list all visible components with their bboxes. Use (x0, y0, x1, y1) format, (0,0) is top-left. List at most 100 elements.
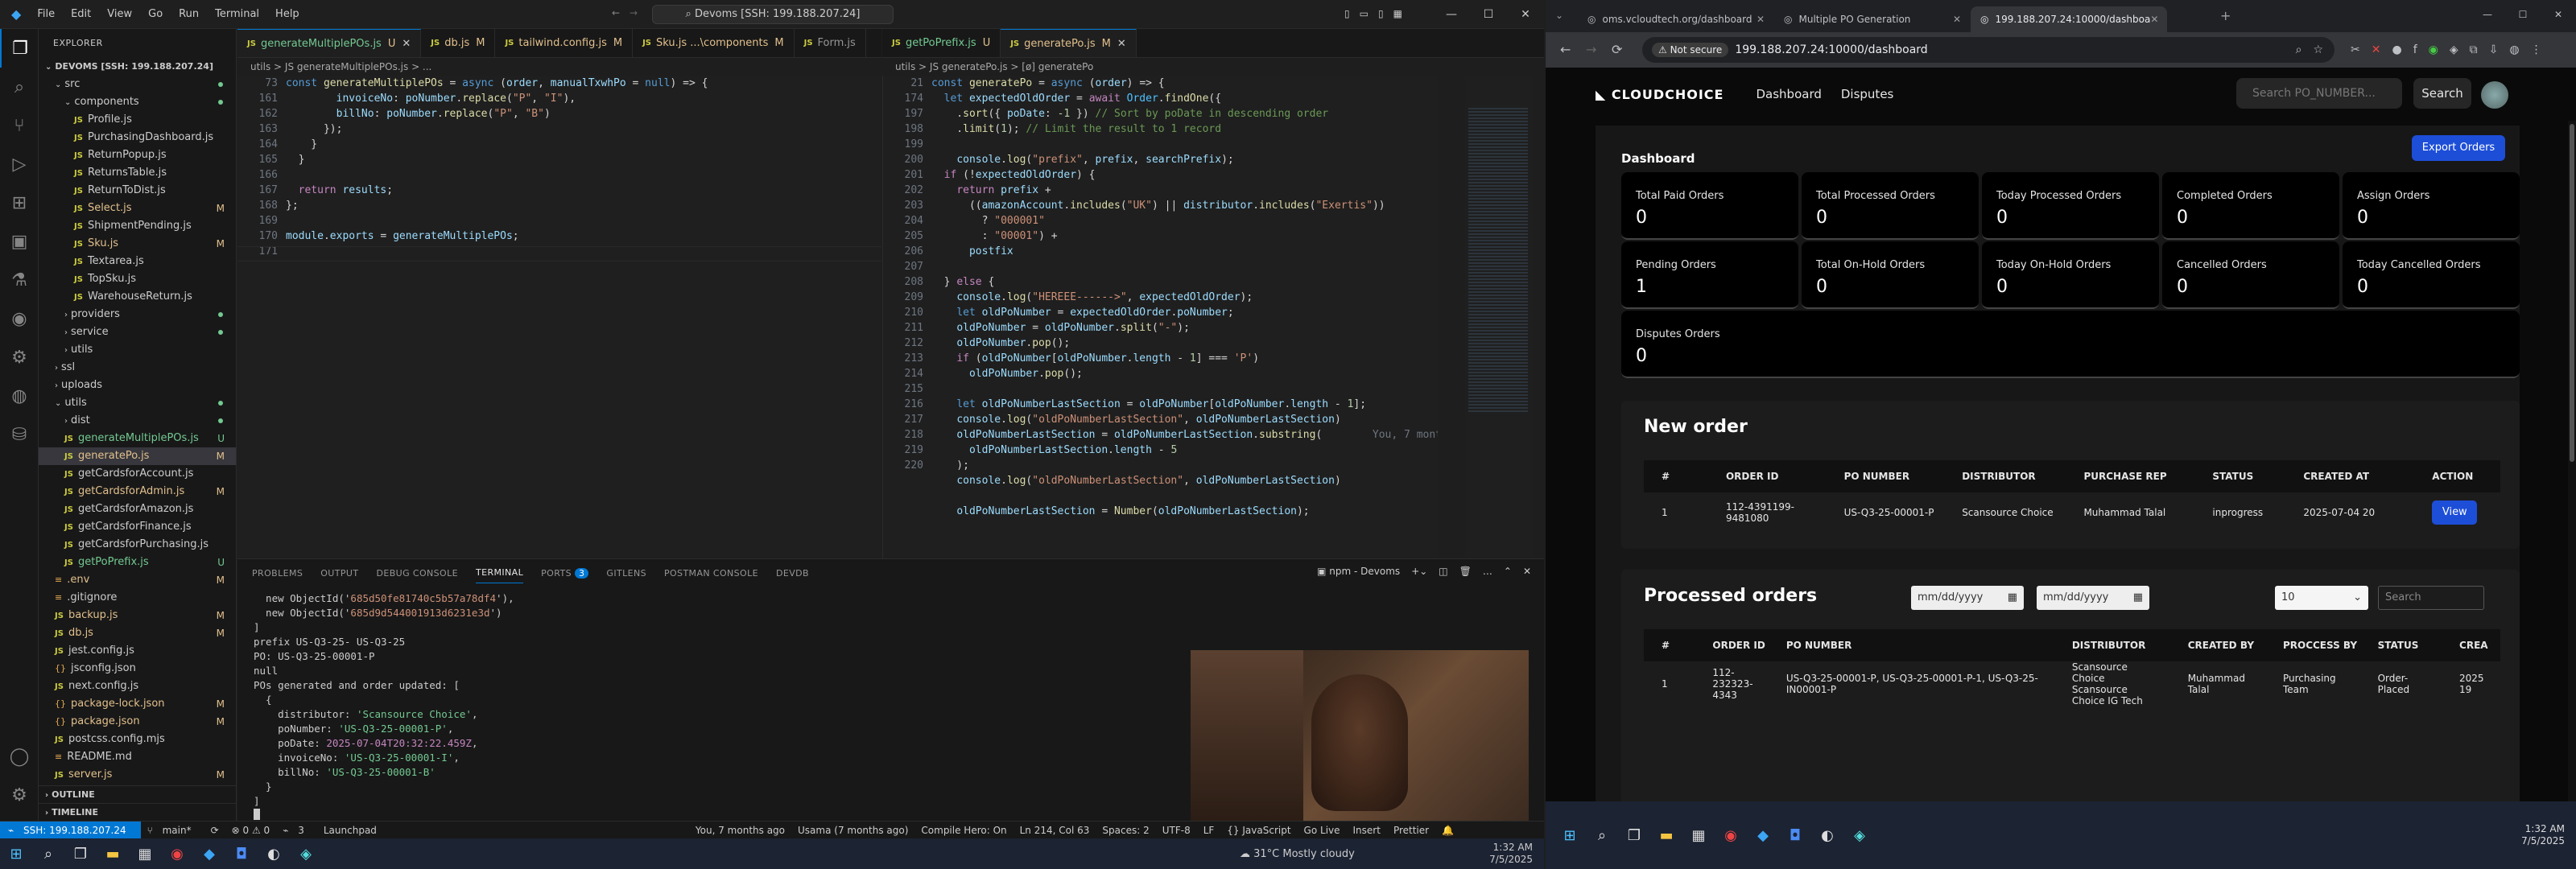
toggle-secondary-icon[interactable]: ▯ (1378, 8, 1384, 19)
prettier-indicator[interactable]: Prettier (1387, 825, 1435, 836)
stat-card[interactable]: Completed Orders 0 (2162, 172, 2339, 240)
menu-file[interactable]: File (29, 8, 63, 20)
minimize-icon[interactable]: — (1433, 0, 1470, 29)
tree-item[interactable]: ⌄ components (39, 93, 236, 111)
search-icon[interactable]: ⌕ (32, 838, 64, 869)
postman-icon[interactable]: ◍ (0, 377, 39, 415)
extension-fb-icon[interactable]: f (2413, 43, 2417, 56)
export-orders-button[interactable]: Export Orders (2412, 135, 2505, 161)
tree-item[interactable]: JS ShipmentPending.js (39, 217, 236, 235)
stat-card[interactable]: Today On-Hold Orders 0 (1982, 241, 2159, 309)
search-icon[interactable]: ⌕ (1586, 820, 1618, 850)
extensions-icon[interactable]: ⊞ (0, 183, 39, 222)
start-date-input[interactable]: mm/dd/yyyy ▦ (1911, 586, 2024, 610)
stat-card[interactable]: Today Processed Orders 0 (1982, 172, 2159, 240)
extension-green-icon[interactable]: ◉ (2429, 43, 2438, 56)
tree-item[interactable]: JS Select.js M (39, 200, 236, 217)
panel-tab-output[interactable]: OUTPUT (320, 568, 358, 579)
bookmark-star-icon[interactable]: ☆ (2313, 43, 2323, 56)
vscode-logo-icon[interactable]: ◆ (11, 6, 21, 22)
extension-shield-icon[interactable]: ◈ (2450, 43, 2458, 56)
browser-tab[interactable]: ◎ 199.188.207.24:10000/dashboa ✕ (1971, 6, 2167, 32)
extension-red-icon[interactable]: ✕ (2372, 43, 2381, 56)
eol[interactable]: LF (1197, 825, 1221, 836)
extensions-puzzle-icon[interactable]: ⧉ (2470, 43, 2478, 56)
chrome-icon[interactable]: ◉ (161, 838, 193, 869)
search-button[interactable]: Search (2413, 78, 2471, 109)
download-icon[interactable]: ⇩ (2489, 43, 2499, 56)
insert-mode[interactable]: Insert (1347, 825, 1387, 836)
tree-item[interactable]: JS getCardsforAmazon.js (39, 500, 236, 518)
menu-terminal[interactable]: Terminal (207, 8, 267, 20)
tree-item[interactable]: JS getCardsforAccount.js (39, 465, 236, 483)
docker-icon[interactable]: ⚙ (0, 338, 39, 377)
vscode-taskbar-icon[interactable]: ◆ (193, 838, 225, 869)
editor-tab[interactable]: JS generateMultiplePOs.js U ✕ (237, 29, 422, 57)
stat-card[interactable]: Today Cancelled Orders 0 (2343, 241, 2520, 309)
close-tab-icon[interactable]: ✕ (1117, 30, 1126, 58)
stat-card[interactable]: Pending Orders 1 (1621, 241, 1798, 309)
branch-indicator[interactable]: ⑂ main* (141, 825, 204, 836)
po-search-input[interactable]: Search PO_NUMBER... (2236, 78, 2402, 109)
table-row[interactable]: 1 112-4391199-9481080 US-Q3-25-00001-P Scan… (1644, 492, 2500, 533)
toggle-sidebar-icon[interactable]: ▯ (1344, 8, 1350, 19)
layout-icon[interactable]: ▦ (1393, 8, 1402, 19)
gitlens-icon[interactable]: ◉ (0, 299, 39, 338)
author-indicator[interactable]: Usama (7 months ago) (791, 825, 914, 836)
blame-indicator[interactable]: You, 7 months ago (689, 825, 791, 836)
extension-icon[interactable]: ✂ (2351, 43, 2360, 56)
close-icon[interactable]: ✕ (2541, 0, 2576, 29)
tree-item[interactable]: JS db.js M (39, 624, 236, 642)
reload-icon[interactable]: ⟳ (1612, 42, 1622, 57)
stat-card[interactable]: Total Paid Orders 0 (1621, 172, 1798, 240)
remote-explorer-icon[interactable]: ▣ (0, 222, 39, 261)
windows-start-icon[interactable]: ⊞ (0, 838, 32, 869)
indentation[interactable]: Spaces: 2 (1096, 825, 1155, 836)
task-view-icon[interactable]: ❐ (64, 838, 97, 869)
toggle-panel-icon[interactable]: ▭ (1360, 8, 1368, 19)
tree-item[interactable]: › uploads (39, 377, 236, 394)
store-icon[interactable]: ▦ (129, 838, 161, 869)
view-button[interactable]: View (2432, 500, 2478, 525)
tab-search-icon[interactable]: ⌄ (1555, 10, 1563, 21)
go-live[interactable]: Go Live (1298, 825, 1347, 836)
workspace-root[interactable]: ⌄ DEVOMS [SSH: 199.188.207.24] (39, 58, 236, 76)
tree-item[interactable]: {} package.json M (39, 713, 236, 731)
nav-dashboard[interactable]: Dashboard (1756, 87, 1821, 101)
tree-item[interactable]: JS TopSku.js (39, 270, 236, 288)
editor-tab[interactable]: JS Form.js (795, 29, 866, 57)
tree-item[interactable]: JS ReturnPopup.js (39, 146, 236, 164)
store-icon[interactable]: ▦ (1682, 820, 1715, 850)
zoom-icon[interactable]: ◘ (225, 838, 258, 869)
outline-section[interactable]: › OUTLINE (39, 785, 236, 803)
windows-start-icon[interactable]: ⊞ (1554, 820, 1586, 850)
forward-icon[interactable]: → (1586, 42, 1596, 57)
menu-help[interactable]: Help (267, 8, 308, 20)
close-tab-icon[interactable]: ✕ (2150, 14, 2158, 25)
stat-card[interactable]: Total Processed Orders 0 (1802, 172, 1979, 240)
end-date-input[interactable]: mm/dd/yyyy ▦ (2037, 586, 2149, 610)
tree-item[interactable]: JS Profile.js (39, 111, 236, 129)
panel-tab-debug-console[interactable]: DEBUG CONSOLE (376, 568, 458, 579)
more-icon[interactable]: … (1483, 566, 1492, 577)
tree-item[interactable]: JS ReturnsTable.js (39, 164, 236, 182)
video-pip[interactable] (1191, 650, 1529, 826)
panel-tab-ports[interactable]: PORTS 3 (541, 567, 589, 579)
cursor-position[interactable]: Ln 214, Col 63 (1013, 825, 1096, 836)
tree-item[interactable]: JS ReturnToDist.js (39, 182, 236, 200)
tree-item[interactable]: JS backup.js M (39, 607, 236, 624)
compile-hero[interactable]: Compile Hero: On (914, 825, 1013, 836)
clock[interactable]: 1:32 AM 7/5/2025 (2521, 823, 2565, 847)
remote-indicator[interactable]: ⌁ SSH: 199.188.207.24 (0, 821, 141, 839)
code-right[interactable]: const generatePo = async (order) => { le… (931, 76, 1438, 519)
menu-view[interactable]: View (99, 8, 140, 20)
tree-item[interactable]: {} jsconfig.json (39, 660, 236, 677)
editor-right[interactable]: 21 174 197 198 199 200 201 202 203 204 205 206 207 20… (882, 76, 1438, 558)
close-tab-icon[interactable]: ✕ (1953, 14, 1961, 25)
editor-tab[interactable]: JS getPoPrefix.js U (882, 29, 1001, 57)
back-icon[interactable]: ← (1560, 42, 1571, 57)
stat-card[interactable]: Total On-Hold Orders 0 (1802, 241, 1979, 309)
editor-left[interactable]: 73 161 162 163 164 165 166 167 168 169 170 171 cons… (237, 76, 881, 558)
launchpad-indicator[interactable]: Launchpad (317, 825, 383, 836)
nav-disputes[interactable]: Disputes (1841, 87, 1894, 101)
